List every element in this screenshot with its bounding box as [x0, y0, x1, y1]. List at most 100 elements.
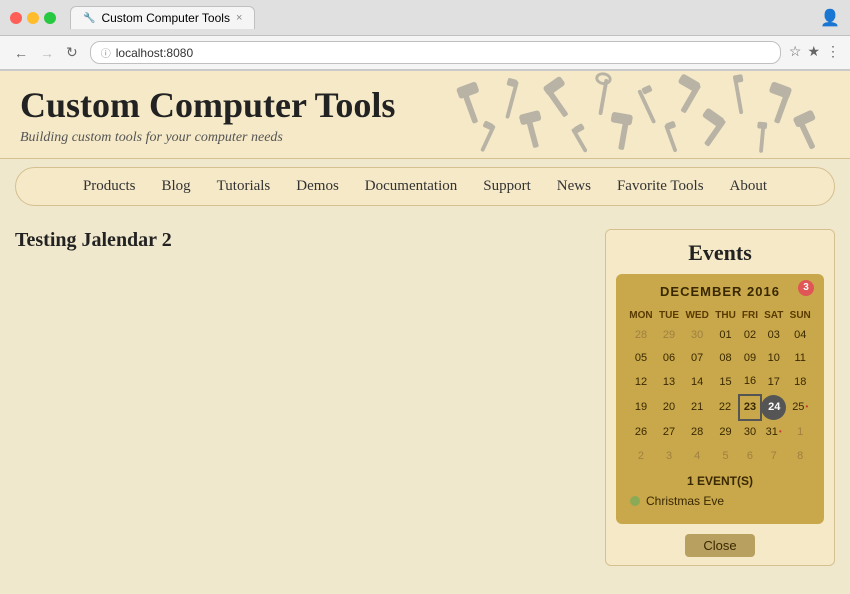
tab-close-icon[interactable]: ×	[236, 12, 242, 24]
nav-item-products[interactable]: Products	[71, 174, 148, 199]
nav-item-blog[interactable]: Blog	[149, 174, 202, 199]
calendar-day[interactable]: 1	[786, 420, 814, 444]
browser-chrome: 🔧 Custom Computer Tools × 👤 ← → ↻ ⓘ loca…	[0, 0, 850, 71]
calendar-day[interactable]: 31	[761, 420, 786, 444]
address-bar[interactable]: ⓘ localhost:8080	[90, 41, 781, 64]
calendar-day[interactable]: 5	[712, 445, 739, 468]
nav-item-support[interactable]: Support	[471, 174, 543, 199]
browser-addressbar: ← → ↻ ⓘ localhost:8080 ☆ ★ ⋮	[0, 36, 850, 70]
col-mon: MON	[626, 307, 656, 324]
calendar-day[interactable]: 28	[626, 324, 656, 347]
calendar-day[interactable]: 18	[786, 370, 814, 394]
calendar-day[interactable]: 2	[626, 445, 656, 468]
event-label: Christmas Eve	[646, 494, 724, 508]
calendar-day[interactable]: 05	[626, 347, 656, 370]
events-title: Events	[606, 230, 834, 274]
maximize-window-button[interactable]	[44, 12, 56, 24]
calendar-day[interactable]: 24	[761, 395, 786, 420]
tab-title: Custom Computer Tools	[101, 11, 230, 25]
forward-button[interactable]: →	[36, 43, 58, 63]
list-item: Christmas Eve	[630, 492, 810, 510]
calendar-day[interactable]: 29	[656, 324, 682, 347]
browser-titlebar: 🔧 Custom Computer Tools × 👤	[0, 0, 850, 36]
calendar-day[interactable]: 09	[739, 347, 761, 370]
calendar-day[interactable]: 8	[786, 445, 814, 468]
calendar-day[interactable]: 01	[712, 324, 739, 347]
sidebar: Events DECEMBER 2016 3 MON TUE WED THU	[605, 229, 835, 579]
calendar-day[interactable]: 17	[761, 370, 786, 394]
page-content: Custom Computer Tools Building custom to…	[0, 71, 850, 594]
calendar-day[interactable]: 16	[739, 370, 761, 394]
user-account-icon[interactable]: 👤	[820, 8, 840, 28]
header-decoration	[430, 71, 850, 158]
address-text: localhost:8080	[116, 46, 193, 60]
tab-favicon-icon: 🔧	[83, 13, 95, 24]
col-tue: TUE	[656, 307, 682, 324]
calendar-close-button[interactable]: Close	[685, 534, 754, 557]
site-title: Custom Computer Tools	[20, 86, 395, 126]
event-list: Christmas Eve	[626, 492, 814, 514]
calendar-header: DECEMBER 2016 3	[626, 284, 814, 299]
nav-item-news[interactable]: News	[545, 174, 603, 199]
calendar-day[interactable]: 29	[712, 420, 739, 444]
calendar-week-row: 2627282930311	[626, 420, 814, 444]
calendar-day[interactable]: 04	[786, 324, 814, 347]
calendar-day[interactable]: 26	[626, 420, 656, 444]
calendar-day[interactable]: 27	[656, 420, 682, 444]
calendar-week-row: 28293001020304	[626, 324, 814, 347]
calendar-day[interactable]: 21	[682, 395, 712, 420]
close-window-button[interactable]	[10, 12, 22, 24]
calendar-header-row: MON TUE WED THU FRI SAT SUN	[626, 307, 814, 324]
nav-item-demos[interactable]: Demos	[284, 174, 351, 199]
calendar-day[interactable]: 08	[712, 347, 739, 370]
calendar-day[interactable]: 03	[761, 324, 786, 347]
calendar-day[interactable]: 06	[656, 347, 682, 370]
calendar-day[interactable]: 28	[682, 420, 712, 444]
nav-item-about[interactable]: About	[718, 174, 780, 199]
page-title: Testing Jalendar 2	[15, 229, 590, 252]
nav-item-tutorials[interactable]: Tutorials	[205, 174, 283, 199]
calendar-day[interactable]: 11	[786, 347, 814, 370]
reload-button[interactable]: ↻	[62, 42, 82, 63]
nav-buttons: ← → ↻	[10, 42, 82, 63]
calendar-day[interactable]: 6	[739, 445, 761, 468]
calendar-wrapper: DECEMBER 2016 3 MON TUE WED THU FRI SAT	[616, 274, 824, 524]
calendar-day[interactable]: 25	[786, 395, 814, 420]
calendar-day[interactable]: 30	[739, 420, 761, 444]
nav-item-favorite-tools[interactable]: Favorite Tools	[605, 174, 716, 199]
calendar-day[interactable]: 07	[682, 347, 712, 370]
site-subtitle: Building custom tools for your computer …	[20, 130, 395, 146]
star-icon[interactable]: ★	[807, 44, 820, 61]
bookmark-icon[interactable]: ☆	[789, 44, 802, 61]
nav-item-documentation[interactable]: Documentation	[353, 174, 469, 199]
menu-icon[interactable]: ⋮	[826, 44, 840, 61]
calendar-week-row: 05060708091011	[626, 347, 814, 370]
col-fri: FRI	[739, 307, 761, 324]
calendar-day[interactable]: 4	[682, 445, 712, 468]
calendar-day[interactable]: 13	[656, 370, 682, 394]
tab-bar: 🔧 Custom Computer Tools ×	[70, 6, 812, 29]
calendar-day[interactable]: 30	[682, 324, 712, 347]
calendar-day[interactable]: 14	[682, 370, 712, 394]
back-button[interactable]: ←	[10, 43, 32, 63]
site-nav: Products Blog Tutorials Demos Documentat…	[15, 167, 835, 206]
calendar-day[interactable]: 12	[626, 370, 656, 394]
calendar-body: 2829300102030405060708091011121314151617…	[626, 324, 814, 468]
calendar-day[interactable]: 23	[739, 395, 761, 420]
calendar-day[interactable]: 7	[761, 445, 786, 468]
calendar-day[interactable]: 19	[626, 395, 656, 420]
calendar-day[interactable]: 3	[656, 445, 682, 468]
minimize-window-button[interactable]	[27, 12, 39, 24]
event-dot-icon	[630, 496, 640, 506]
event-count-text: 1 EVENT(S)	[626, 474, 814, 488]
header-text: Custom Computer Tools Building custom to…	[20, 86, 395, 146]
window-buttons	[10, 12, 56, 24]
calendar-day[interactable]: 02	[739, 324, 761, 347]
calendar-day[interactable]: 20	[656, 395, 682, 420]
event-count-badge: 3	[798, 280, 814, 296]
calendar-day[interactable]: 15	[712, 370, 739, 394]
calendar-day[interactable]: 22	[712, 395, 739, 420]
calendar-day[interactable]: 10	[761, 347, 786, 370]
browser-tab[interactable]: 🔧 Custom Computer Tools ×	[70, 6, 255, 29]
col-wed: WED	[682, 307, 712, 324]
